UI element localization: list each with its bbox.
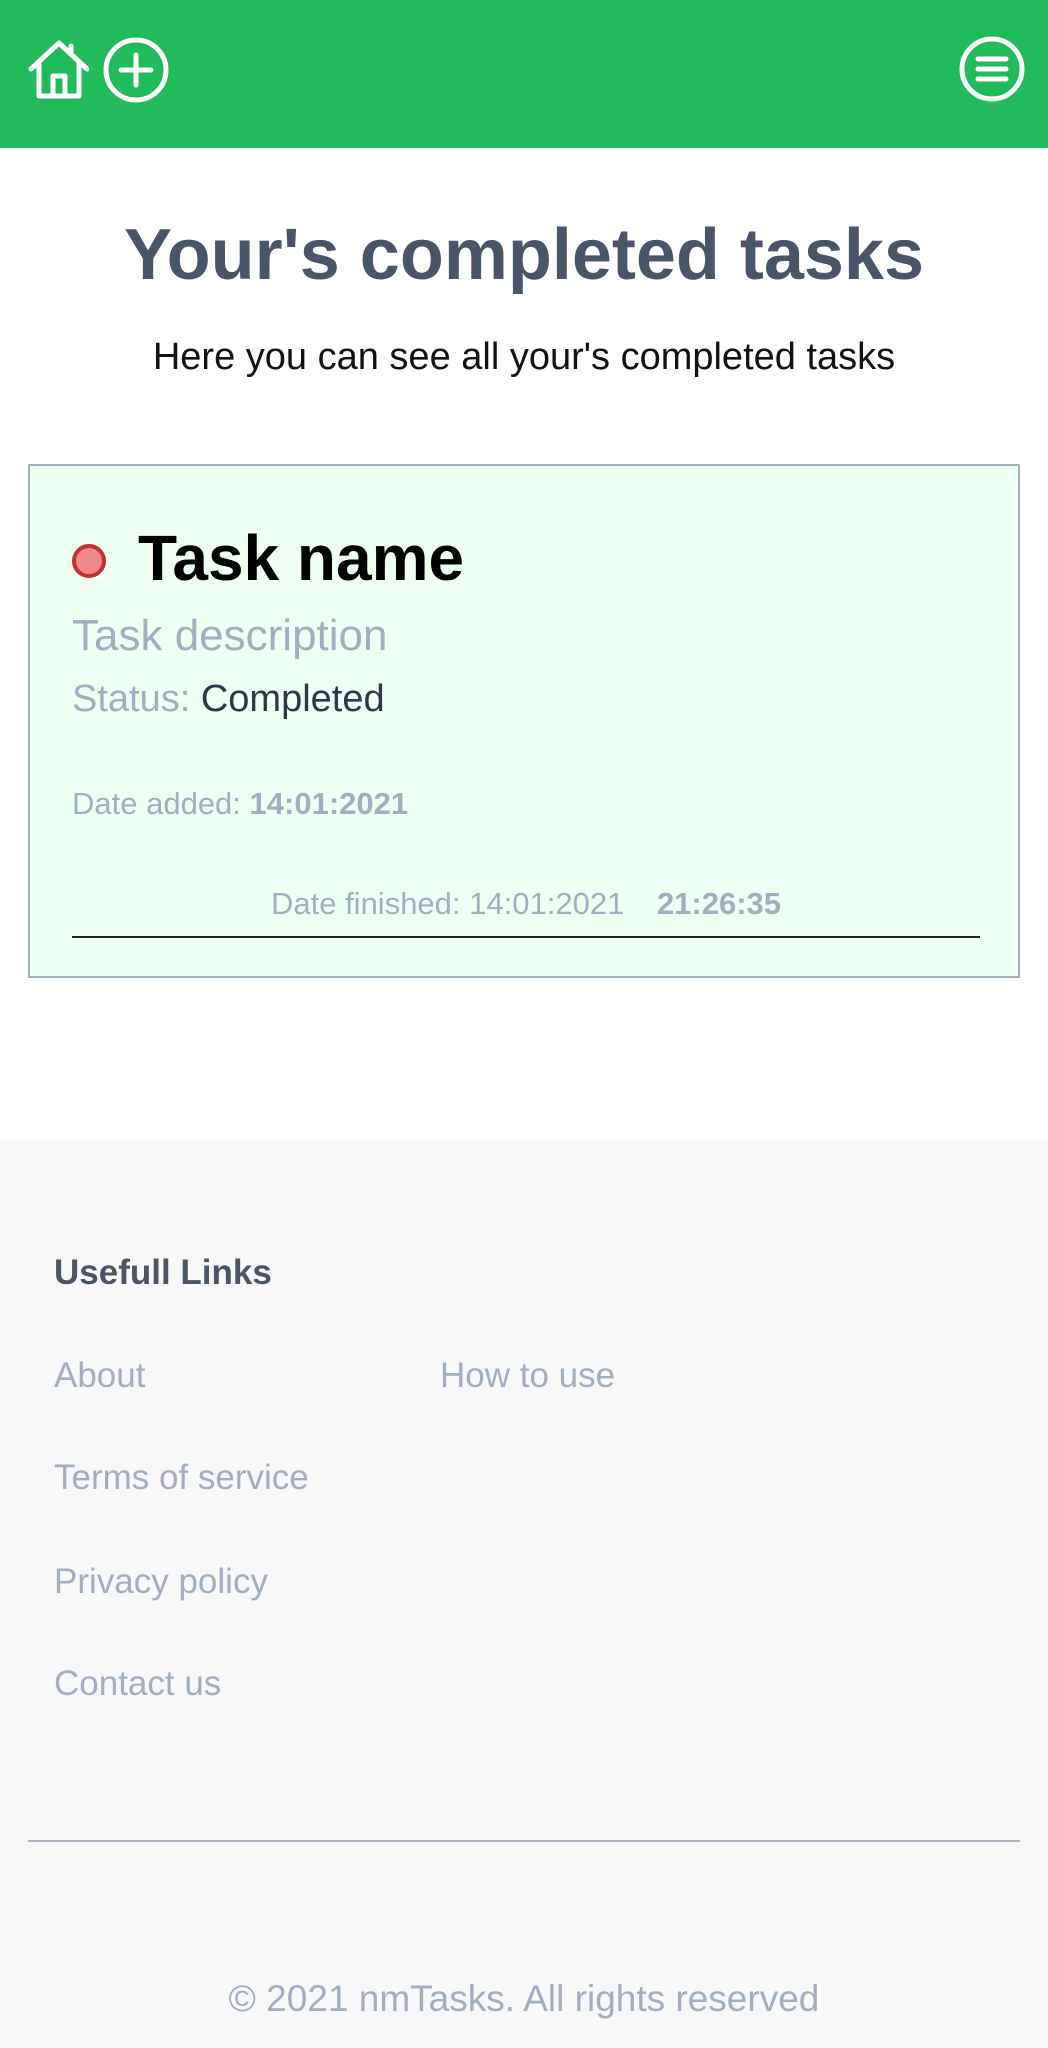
task-card[interactable]: Task name Task description Status: Compl… [28,464,1020,978]
task-status: Status: Completed [72,674,385,724]
footer-link-contact[interactable]: Contact us [54,1660,221,1708]
page-title: Your's completed tasks [123,215,925,295]
date-finished-label: Date finished: [270,886,461,921]
date-added-label: Date added: [72,786,241,821]
footer-divider [28,1840,1020,1842]
task-description: Task description [72,611,388,660]
task-name: Task name [138,522,465,594]
date-finished-time: 21:26:35 [656,886,782,921]
menu-circle-icon[interactable] [958,35,1026,103]
date-added: Date added: 14:01:2021 [72,784,408,824]
footer-link-about[interactable]: About [54,1352,145,1400]
date-finished: Date finished: 14:01:2021 21:26:35 [72,884,980,924]
home-icon[interactable] [26,36,92,102]
footer-heading: Usefull Links [54,1253,272,1292]
copyright-text: © 2021 nmTasks. All rights reserved [228,1978,820,2019]
footer-link-how-to-use[interactable]: How to use [440,1352,615,1400]
priority-dot-icon [72,544,106,578]
task-divider [72,936,980,938]
status-value: Completed [200,678,385,720]
footer: Usefull Links About How to use Terms of … [0,1140,1048,2048]
top-navbar [0,0,1048,148]
plus-circle-icon[interactable] [102,36,170,104]
footer-link-terms[interactable]: Terms of service [54,1454,309,1502]
date-finished-date: 14:01:2021 [469,886,625,921]
status-label: Status: [72,678,191,720]
footer-link-privacy[interactable]: Privacy policy [54,1558,268,1606]
date-added-value: 14:01:2021 [249,786,409,821]
page-subtitle: Here you can see all your's completed ta… [152,336,896,378]
